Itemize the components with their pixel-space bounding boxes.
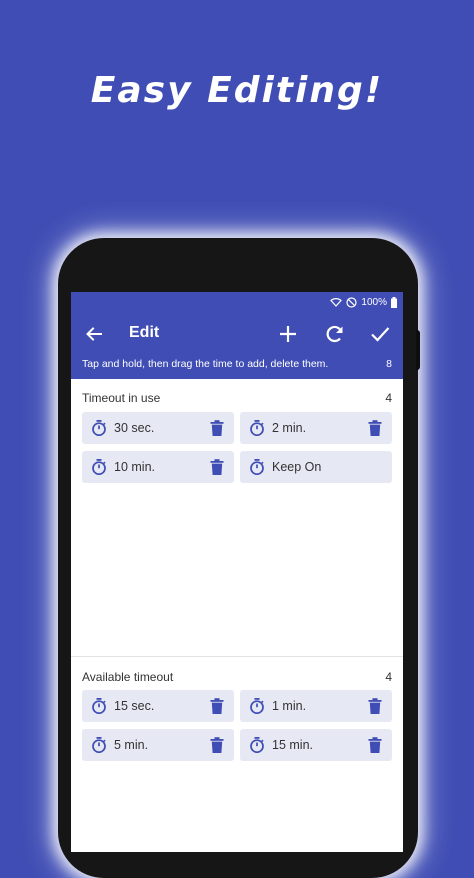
trash-icon[interactable] (368, 737, 382, 753)
timeout-label: 30 sec. (114, 421, 155, 435)
refresh-icon (326, 325, 343, 343)
section-title: Timeout in use (82, 391, 161, 405)
timer-icon (250, 737, 264, 753)
timeout-chip[interactable]: 5 min. (82, 729, 234, 761)
status-bar: 100% (330, 295, 397, 309)
timeout-chip[interactable]: 10 min. (82, 451, 234, 483)
timer-icon (250, 459, 264, 475)
timeout-chip[interactable]: 15 min. (240, 729, 392, 761)
timeout-label: 15 min. (272, 738, 313, 752)
timeout-label: 5 min. (114, 738, 149, 752)
battery-icon (391, 296, 397, 308)
trash-icon[interactable] (210, 420, 224, 436)
section-count: 4 (385, 670, 392, 684)
timeout-chip[interactable]: 15 sec. (82, 690, 234, 722)
timer-icon (92, 420, 106, 436)
app-bar: 100% Edit Tap and hold, then drag the ti… (71, 292, 403, 379)
phone-side-button (416, 330, 420, 370)
total-count: 8 (386, 358, 392, 370)
trash-icon[interactable] (368, 698, 382, 714)
toolbar-title: Edit (129, 324, 160, 341)
section-title: Available timeout (82, 670, 174, 684)
plus-icon (280, 326, 296, 342)
timer-icon (92, 459, 106, 475)
timeout-label: 2 min. (272, 421, 307, 435)
timeout-chip[interactable]: 30 sec. (82, 412, 234, 444)
hint-text: Tap and hold, then drag the time to add,… (82, 358, 329, 370)
check-icon (371, 327, 390, 342)
section-count: 4 (385, 391, 392, 405)
timeout-label: Keep On (272, 460, 322, 474)
back-button[interactable] (82, 322, 106, 346)
do-not-disturb-icon (346, 296, 358, 308)
timer-icon (92, 737, 106, 753)
timer-icon (250, 420, 264, 436)
wifi-icon (330, 298, 343, 307)
confirm-button[interactable] (368, 322, 392, 346)
timer-icon (250, 698, 264, 714)
timeout-label: 15 sec. (114, 699, 155, 713)
timeout-label: 1 min. (272, 699, 307, 713)
timeout-chip[interactable]: Keep On (240, 451, 392, 483)
trash-icon[interactable] (210, 698, 224, 714)
app-screen: 100% Edit Tap and hold, then drag the ti… (71, 292, 403, 852)
add-button[interactable] (276, 322, 300, 346)
timeout-chip[interactable]: 2 min. (240, 412, 392, 444)
headline: Easy Editing! (90, 70, 384, 111)
reset-button[interactable] (323, 322, 347, 346)
trash-icon[interactable] (210, 459, 224, 475)
trash-icon[interactable] (368, 420, 382, 436)
toolbar: Edit (71, 314, 403, 354)
trash-icon[interactable] (210, 737, 224, 753)
timeout-chip[interactable]: 1 min. (240, 690, 392, 722)
arrow-left-icon (86, 327, 102, 341)
section-divider (71, 656, 403, 657)
timer-icon (92, 698, 106, 714)
timeout-label: 10 min. (114, 460, 155, 474)
battery-percent: 100% (361, 296, 387, 308)
